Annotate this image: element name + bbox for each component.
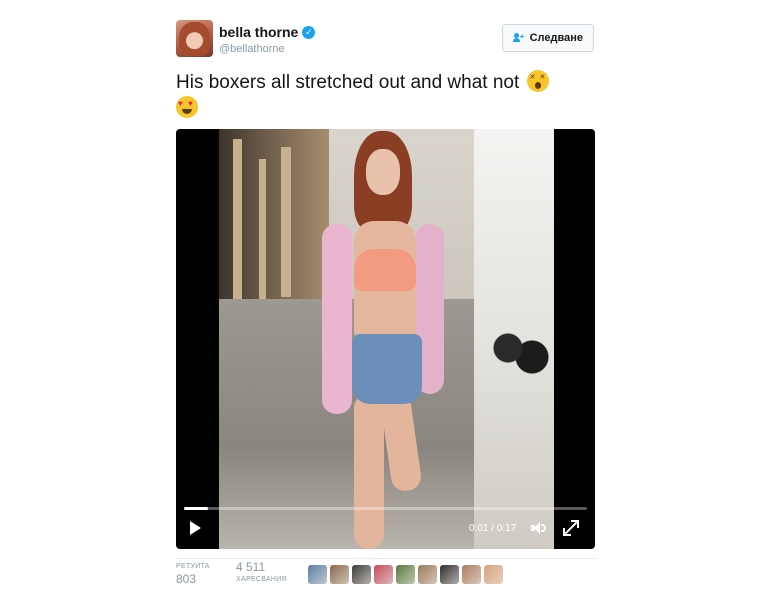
likes-stat[interactable]: 4 511 ХАРЕСВАНИЯ (236, 559, 287, 583)
liker-avatar[interactable] (330, 565, 349, 584)
likers-avatars (308, 565, 503, 584)
likes-label: ХАРЕСВАНИЯ (236, 576, 287, 583)
likes-count: 4 511 (236, 560, 266, 574)
retweets-stat[interactable]: РЕТУИТА 803 (176, 563, 210, 586)
liker-avatar[interactable] (484, 565, 503, 584)
avatar-image (179, 22, 210, 56)
retweets-label: РЕТУИТА (176, 563, 210, 570)
user-name-row: bella thorne ✓ (219, 24, 316, 40)
liker-avatar[interactable] (352, 565, 371, 584)
avatar[interactable] (176, 20, 213, 57)
video-player[interactable]: 0:01 / 0:17 (176, 129, 595, 549)
dizzy-face-emoji-icon: ✕ ✕ (526, 70, 549, 92)
fullscreen-icon[interactable] (563, 520, 579, 536)
video-frame[interactable] (219, 129, 554, 549)
retweets-count: 803 (176, 572, 197, 586)
liker-avatar[interactable] (396, 565, 415, 584)
play-icon[interactable] (188, 520, 202, 536)
video-progress-bar[interactable] (184, 507, 587, 510)
tweet-stats: РЕТУИТА 803 4 511 ХАРЕСВАНИЯ (176, 558, 596, 587)
tweet-card: bella thorne ✓ @bellathorne + Следване H… (174, 14, 598, 587)
video-time: 0:01 / 0:17 (469, 523, 517, 534)
verified-badge-icon: ✓ (302, 25, 316, 39)
liker-avatar[interactable] (440, 565, 459, 584)
video-subject (322, 129, 474, 549)
follow-person-icon: + (512, 33, 525, 43)
liker-avatar[interactable] (462, 565, 481, 584)
liker-avatar[interactable] (308, 565, 327, 584)
liker-avatar[interactable] (418, 565, 437, 584)
display-name[interactable]: bella thorne (219, 24, 298, 40)
follow-button[interactable]: + Следване (501, 24, 594, 52)
volume-icon[interactable] (531, 521, 549, 535)
video-progress-fill (184, 507, 209, 510)
tweet-text-content: His boxers all stretched out and what no… (176, 72, 520, 93)
tweet-text: His boxers all stretched out and what no… (176, 70, 596, 122)
follow-button-label: Следване (529, 32, 583, 44)
user-handle[interactable]: @bellathorne (219, 43, 285, 55)
liker-avatar[interactable] (374, 565, 393, 584)
heart-eyes-emoji-icon: ♥ ♥ (176, 96, 198, 118)
